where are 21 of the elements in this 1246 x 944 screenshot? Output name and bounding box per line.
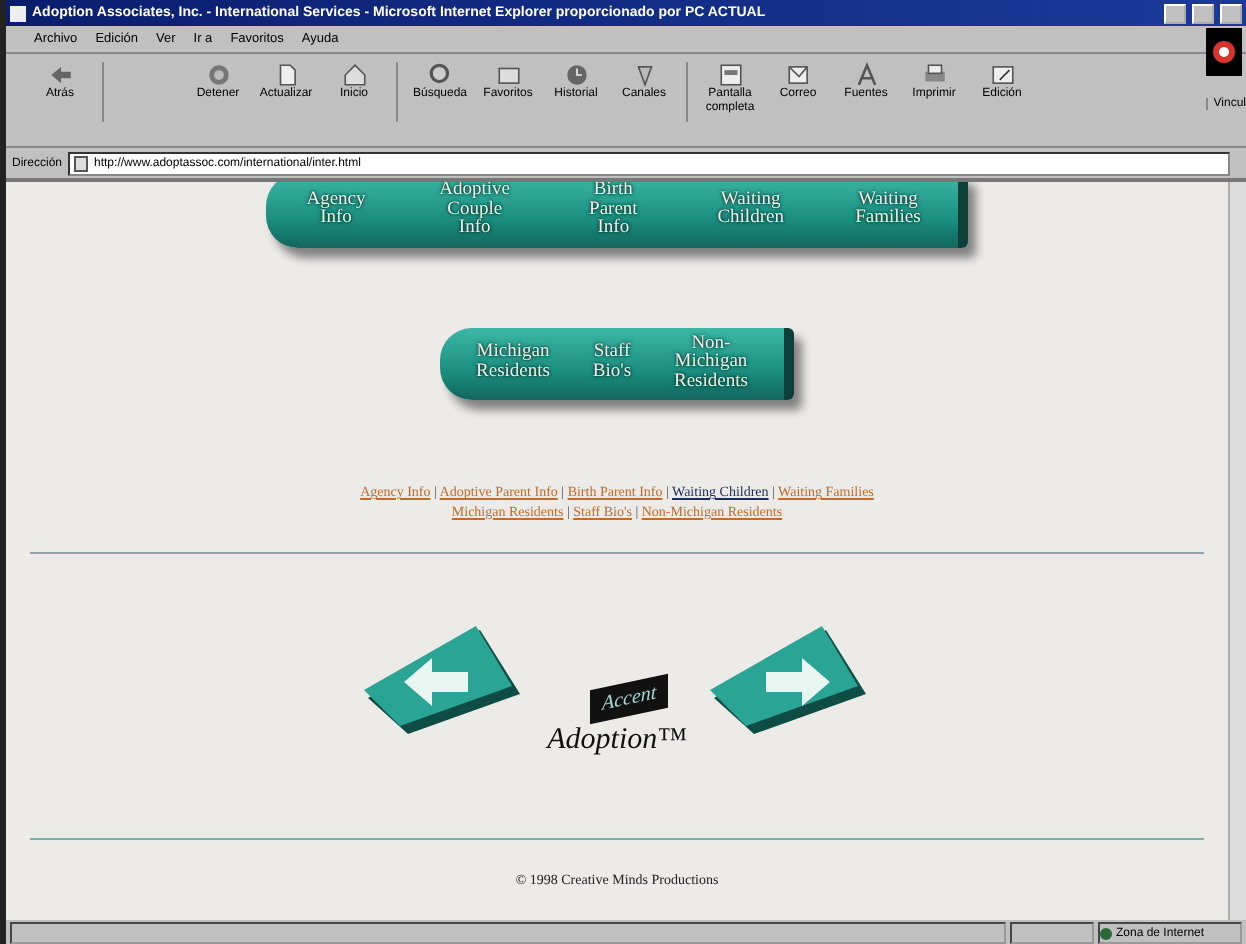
back-icon: [47, 62, 73, 88]
close-button[interactable]: [1220, 3, 1242, 23]
scrollbar[interactable]: [1228, 182, 1246, 920]
nav-button[interactable]: Waiting Children: [716, 187, 785, 234]
mail-icon: [785, 62, 811, 88]
nav-button[interactable]: Non-Michigan Residents: [673, 331, 748, 396]
maximize-button[interactable]: [1192, 3, 1214, 23]
print-icon: [921, 62, 947, 88]
status-panel: [1010, 922, 1094, 944]
minimize-button[interactable]: [1164, 3, 1186, 23]
stop-icon: [205, 62, 231, 88]
nav-button[interactable]: Waiting Families: [853, 187, 922, 234]
page-icon: [10, 5, 26, 21]
nav-button[interactable]: Staff Bio's: [577, 340, 646, 387]
search-icon: [427, 62, 453, 88]
nav-button[interactable]: Michigan Residents: [476, 340, 550, 387]
nav-button[interactable]: Agency Info: [302, 187, 370, 234]
history-icon: [563, 62, 589, 88]
browser-logo: [1206, 28, 1242, 76]
fonts-icon: [853, 62, 879, 88]
home-icon: [341, 62, 367, 88]
